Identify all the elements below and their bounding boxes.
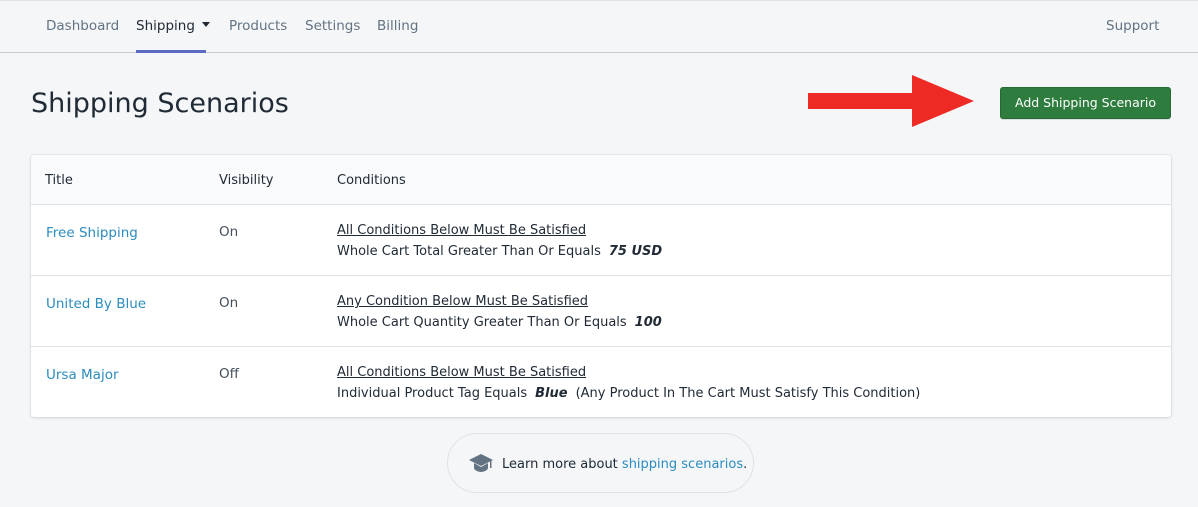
condition-value: Blue: [535, 386, 568, 401]
top-navigation: Dashboard Shipping Products Settings Bil…: [0, 0, 1198, 53]
nav-shipping-label: Shipping: [136, 18, 195, 34]
nav-products[interactable]: Products: [229, 18, 287, 34]
condition-line: Whole Cart Quantity Greater Than Or Equa…: [337, 315, 662, 330]
condition-value: 100: [634, 315, 662, 330]
visibility-value: On: [219, 295, 239, 311]
caret-down-icon: [201, 22, 210, 27]
scenarios-table: Title Visibility Conditions Free Shippin…: [31, 155, 1171, 417]
nav-settings[interactable]: Settings: [305, 18, 360, 34]
scenario-title-link[interactable]: Free Shipping: [46, 225, 138, 241]
condition-rule: All Conditions Below Must Be Satisfied: [337, 223, 587, 238]
help-callout: Learn more about shipping scenarios.: [447, 433, 754, 493]
graduation-cap-icon: [469, 454, 493, 472]
nav-support[interactable]: Support: [1106, 18, 1159, 34]
condition-text: Individual Product Tag Equals: [337, 386, 528, 401]
header-conditions: Conditions: [337, 173, 406, 188]
shipping-scenarios-link[interactable]: shipping scenarios: [622, 457, 743, 472]
condition-text: Whole Cart Quantity Greater Than Or Equa…: [337, 315, 627, 330]
nav-billing[interactable]: Billing: [377, 18, 418, 34]
red-arrow-icon: [808, 75, 974, 127]
nav-shipping[interactable]: Shipping: [136, 18, 210, 34]
header-title: Title: [45, 173, 73, 188]
scenario-title-link[interactable]: Ursa Major: [46, 367, 119, 383]
table-row: Ursa Major Off All Conditions Below Must…: [31, 347, 1171, 417]
condition-rule: All Conditions Below Must Be Satisfied: [337, 365, 587, 380]
table-header: Title Visibility Conditions: [31, 155, 1171, 205]
help-text: Learn more about shipping scenarios.: [502, 457, 747, 472]
header-visibility: Visibility: [219, 173, 274, 188]
table-row: United By Blue On Any Condition Below Mu…: [31, 276, 1171, 347]
condition-line: Whole Cart Total Greater Than Or Equals 7…: [337, 244, 662, 259]
add-shipping-scenario-button[interactable]: Add Shipping Scenario: [1000, 87, 1171, 119]
table-row: Free Shipping On All Conditions Below Mu…: [31, 205, 1171, 276]
visibility-value: On: [219, 224, 239, 240]
help-prefix: Learn more about: [502, 457, 622, 472]
visibility-value: Off: [219, 366, 239, 382]
condition-value: 75 USD: [608, 244, 663, 259]
condition-line: Individual Product Tag Equals Blue (Any Pr…: [337, 386, 920, 401]
condition-rule: Any Condition Below Must Be Satisfied: [337, 294, 589, 309]
condition-note: (Any Product In The Cart Must Satisfy Th…: [575, 386, 921, 401]
condition-text: Whole Cart Total Greater Than Or Equals: [337, 244, 601, 259]
scenario-title-link[interactable]: United By Blue: [46, 296, 146, 312]
nav-active-indicator: [136, 50, 206, 53]
nav-dashboard[interactable]: Dashboard: [46, 18, 119, 34]
page-title: Shipping Scenarios: [31, 88, 289, 119]
help-suffix: .: [743, 457, 748, 472]
